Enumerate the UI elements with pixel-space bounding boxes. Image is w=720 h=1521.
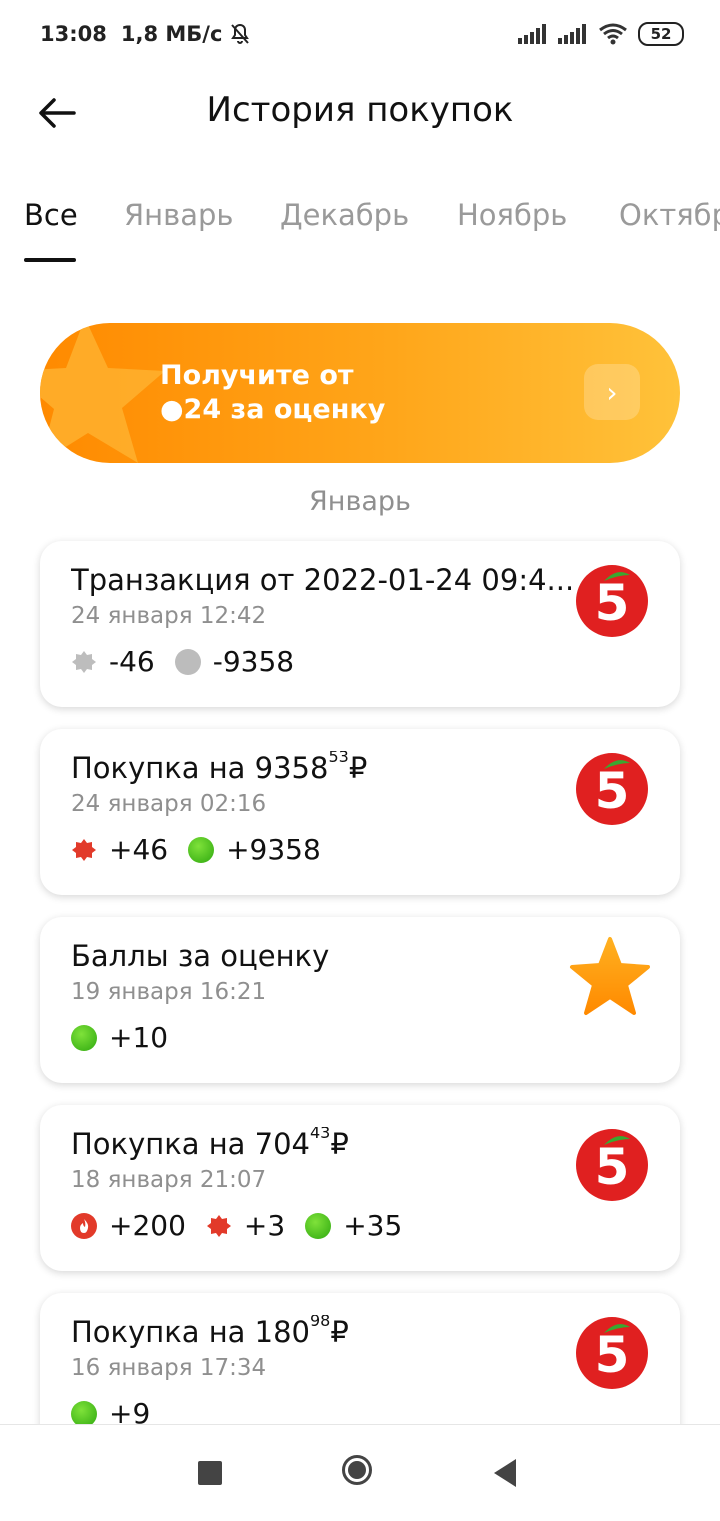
section-month-label: Январь — [309, 486, 411, 517]
card-date: 24 января 02:16 — [71, 791, 267, 817]
green-dot-icon — [71, 1024, 97, 1051]
status-time: 13:08 — [40, 22, 107, 46]
wifi-icon — [599, 23, 627, 45]
status-bar: 13:08 1,8 МБ/с 52 — [0, 0, 720, 70]
fire-icon — [71, 1212, 97, 1239]
purchase-card[interactable]: Покупка на 70443₽ 18 января 21:07 +200 +… — [40, 1105, 680, 1271]
status-speed: 1,8 МБ/с — [120, 22, 223, 46]
points-value: -9358 — [212, 645, 295, 678]
promo-line-1: Получите от — [160, 360, 354, 391]
active-tab-indicator — [24, 258, 76, 262]
purchase-card[interactable]: Покупка на 935853₽ 24 января 02:16 +46 +… — [40, 729, 680, 895]
rate-promo-banner[interactable]: Получите от ●24 за оценку › — [40, 323, 680, 463]
points-value: +200 — [109, 1209, 186, 1242]
points-item: +46 — [71, 833, 168, 866]
pyaterochka-logo-icon: 5 — [576, 753, 648, 825]
month-tabs: Все Январь Декабрь Ноябрь Октябрь — [0, 190, 720, 270]
card-date: 16 января 17:34 — [71, 1355, 267, 1381]
card-points: +46 +9358 — [71, 833, 341, 866]
pyaterochka-logo-icon: 5 — [576, 1129, 648, 1201]
card-points: +200 +3 +35 — [71, 1209, 422, 1242]
card-title: Покупка на 70443₽ — [71, 1127, 349, 1161]
points-item: +10 — [71, 1021, 168, 1054]
bell-off-icon — [231, 23, 250, 44]
rating-bonus-card[interactable]: Баллы за оценку 19 января 16:21 +10 — [40, 917, 680, 1083]
promo-line-2: ●24 за оценку — [160, 394, 386, 425]
points-item: -9358 — [174, 645, 295, 678]
status-left: 13:08 1,8 МБ/с — [40, 22, 252, 46]
points-item: -46 — [71, 645, 155, 678]
green-dot-icon — [71, 1400, 97, 1427]
home-button[interactable] — [342, 1455, 372, 1485]
points-value: +9358 — [226, 833, 321, 866]
star-icon — [570, 937, 650, 1015]
points-value: +3 — [243, 1209, 286, 1242]
card-date: 18 января 21:07 — [71, 1167, 267, 1193]
signal-icon — [558, 24, 586, 44]
green-dot-icon — [188, 836, 215, 863]
points-value: +10 — [109, 1021, 169, 1054]
pyaterochka-logo-icon: 5 — [576, 1317, 648, 1389]
points-value: -46 — [109, 645, 155, 678]
tab-january[interactable]: Январь — [124, 198, 233, 232]
tab-november[interactable]: Ноябрь — [457, 198, 567, 232]
points-item: +9358 — [188, 833, 321, 866]
card-title: Баллы за оценку — [71, 939, 330, 973]
recents-button[interactable] — [198, 1461, 222, 1485]
red-badge-icon — [206, 1214, 231, 1237]
transaction-card[interactable]: Транзакция от 2022-01-24 09:4... 24 янва… — [40, 541, 680, 707]
points-item: +3 — [206, 1209, 285, 1242]
red-badge-icon — [72, 838, 96, 861]
card-title: Транзакция от 2022-01-24 09:4... — [71, 563, 571, 597]
tab-october[interactable]: Октябрь — [619, 198, 720, 232]
card-title: Покупка на 18098₽ — [71, 1315, 349, 1349]
grey-dot-icon — [174, 648, 201, 675]
page-title: История покупок — [206, 90, 514, 130]
grey-badge-icon — [72, 650, 96, 673]
points-item: +200 — [71, 1209, 186, 1242]
card-title: Покупка на 935853₽ — [71, 751, 368, 785]
status-right: 52 — [518, 22, 684, 46]
points-item: +35 — [305, 1209, 402, 1242]
card-date: 19 января 16:21 — [71, 979, 267, 1005]
points-value: +46 — [109, 833, 169, 866]
app-header: История покупок — [0, 70, 720, 160]
green-dot-icon — [305, 1212, 332, 1239]
promo-arrow-button[interactable]: › — [584, 364, 640, 420]
pyaterochka-logo-icon: 5 — [576, 565, 648, 637]
card-points: -46 -9358 — [71, 645, 314, 678]
tab-all[interactable]: Все — [24, 198, 78, 232]
battery-indicator: 52 — [638, 22, 684, 46]
promo-text: Получите от ●24 за оценку — [160, 359, 385, 427]
system-nav-bar — [0, 1424, 720, 1521]
card-date: 24 января 12:42 — [71, 603, 267, 629]
tab-december[interactable]: Декабрь — [280, 198, 409, 232]
system-back-button[interactable] — [494, 1459, 516, 1487]
signal-icon — [518, 24, 546, 44]
card-points: +10 — [71, 1021, 188, 1054]
points-value: +35 — [343, 1209, 403, 1242]
